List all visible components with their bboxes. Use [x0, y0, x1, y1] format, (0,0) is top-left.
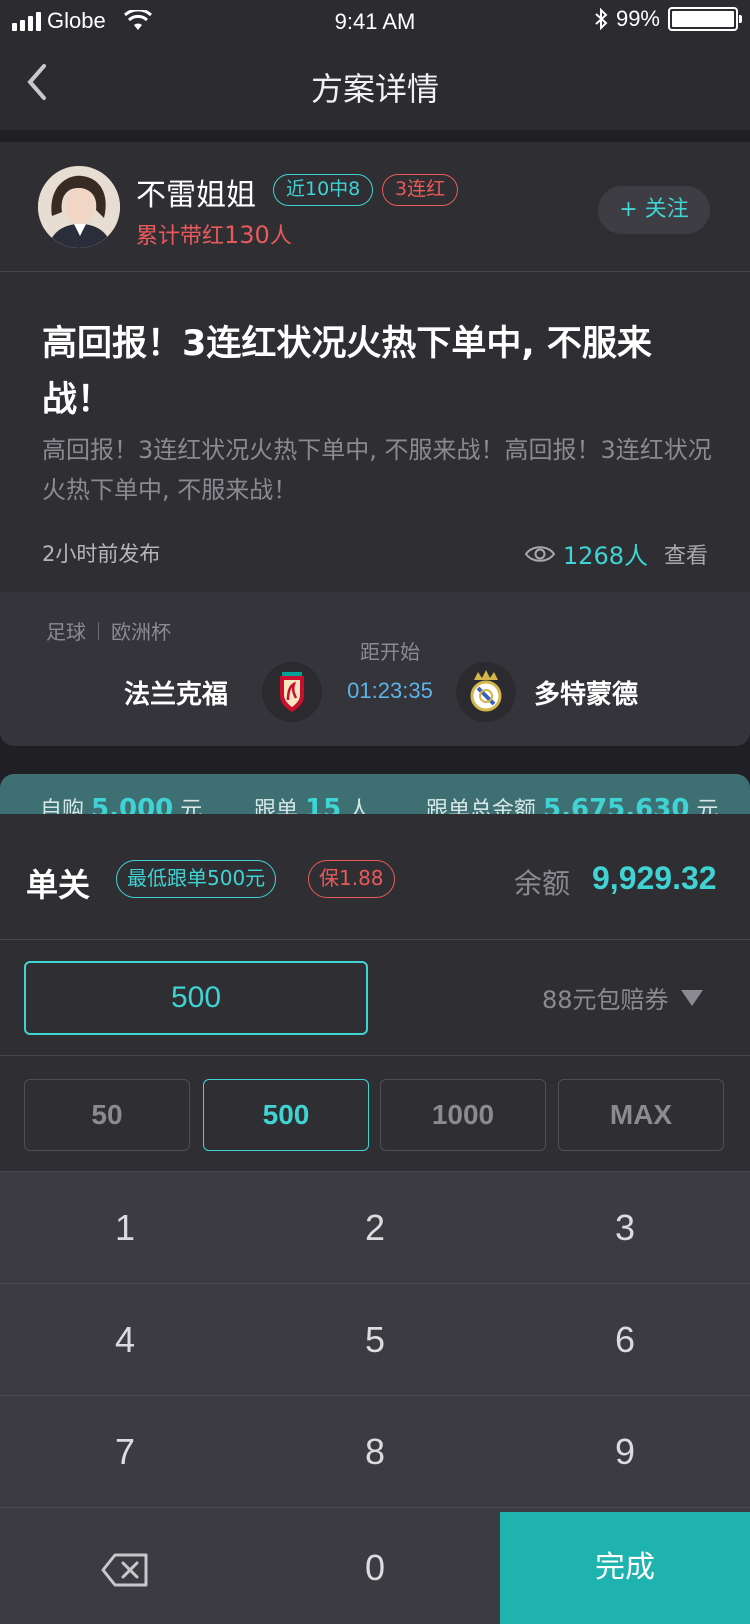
key-0[interactable]: 0: [250, 1512, 500, 1624]
page-title: 方案详情: [310, 70, 439, 108]
self-buy-value: 5,000: [91, 794, 174, 814]
article-section: 高回报！3连红状况火热下单中, 不服来战！ 高回报！3连红状况火热下单中, 不服…: [0, 272, 750, 592]
total-amount-stat: 跟单总金额 5,675,630 元: [426, 792, 718, 814]
total-amount-label: 跟单总金额: [426, 798, 537, 814]
key-3[interactable]: 3: [500, 1172, 750, 1284]
status-bar: Globe 9:41 AM 99%: [0, 0, 750, 40]
key-6[interactable]: 6: [500, 1284, 750, 1396]
total-amount-value: 5,675,630: [543, 794, 690, 814]
min-follow-tag: 最低跟单500元: [116, 860, 277, 898]
backspace-key[interactable]: [0, 1512, 250, 1624]
coupon-label: 88元包赔券: [542, 986, 669, 1014]
article-title: 高回报！3连红状况火热下单中, 不服来战！: [42, 324, 652, 420]
stats-strip: 自购 5,000 元 跟单 15 人 跟单总金额 5,675,630 元: [0, 774, 750, 814]
away-team-name: 多特蒙德: [534, 680, 639, 710]
backspace-icon: [101, 1553, 148, 1587]
quick-amount-button[interactable]: 50: [24, 1079, 190, 1151]
eye-icon: [524, 545, 555, 562]
total-amount-unit: 元: [696, 798, 719, 814]
key-1[interactable]: 1: [0, 1172, 250, 1284]
quick-amount-row: 50 500 1000 MAX: [0, 1056, 750, 1172]
author-stat-label: 累计带红: [136, 224, 225, 249]
key-4[interactable]: 4: [0, 1284, 250, 1396]
followers-stat: 跟单 15 人: [254, 792, 370, 814]
bet-header: 单关 最低跟单500元 保1.88 余额 9,929.32: [0, 814, 750, 940]
author-stat-unit: 人: [269, 224, 292, 249]
dropdown-triangle-icon: [680, 989, 703, 1006]
recent-record-badge: 近10中8: [273, 174, 374, 206]
article-description: 高回报！3连红状况火热下单中, 不服来战！高回报！3连红状况火热下单中, 不服来…: [42, 436, 712, 504]
amount-input[interactable]: 500: [24, 961, 368, 1035]
amount-row: 500 88元包赔券: [0, 940, 750, 1056]
kickoff-countdown: 01:23:35: [347, 678, 433, 703]
key-9[interactable]: 9: [500, 1396, 750, 1508]
quick-amount-button[interactable]: MAX: [558, 1079, 724, 1151]
league-label: 欧洲杯: [111, 620, 171, 644]
publish-time: 2小时前发布: [42, 542, 161, 566]
kickoff-label: 距开始: [360, 640, 420, 664]
nav-bar: 方案详情: [0, 40, 750, 130]
balance-value: 9,929.32: [592, 860, 717, 896]
author-card: 不雷姐姐 近10中8 3连红 累计带红130人 + 关注: [0, 142, 750, 272]
battery-percent: 99%: [615, 6, 660, 31]
author-stat: 累计带红130人: [136, 218, 292, 250]
away-team-logo: [456, 662, 516, 722]
view-count: 1268人 查看: [524, 536, 708, 571]
follow-button[interactable]: + 关注: [598, 186, 710, 234]
self-buy-unit: 元: [180, 798, 203, 814]
avatar[interactable]: [38, 166, 120, 248]
key-2[interactable]: 2: [250, 1172, 500, 1284]
bet-type: 单关: [26, 866, 91, 904]
views-number: 1268人: [562, 542, 648, 570]
bluetooth-icon: [595, 8, 608, 30]
key-7[interactable]: 7: [0, 1396, 250, 1508]
number-keypad: 1 2 3 4 5 6 7 8 9 0 完成: [0, 1172, 750, 1624]
key-8[interactable]: 8: [250, 1396, 500, 1508]
followers-value: 15: [305, 794, 342, 814]
author-name: 不雷姐姐: [136, 178, 256, 213]
self-buy-label: 自购: [40, 798, 85, 814]
match-meta: 足球 欧洲杯: [46, 616, 171, 645]
match-card[interactable]: 足球 欧洲杯 法兰克福 距开始 01:23:35 多特蒙德: [0, 592, 750, 746]
battery-icon: [668, 7, 742, 31]
home-team-logo: [262, 662, 322, 722]
status-right: 99%: [594, 6, 742, 32]
streak-badge: 3连红: [382, 174, 459, 206]
coupon-selector[interactable]: 88元包赔券: [542, 980, 703, 1015]
self-buy-stat: 自购 5,000 元: [40, 792, 202, 814]
meta-divider: [98, 621, 99, 640]
quick-amount-button[interactable]: 1000: [380, 1079, 546, 1151]
followers-label: 跟单: [254, 798, 299, 814]
sport-label: 足球: [46, 620, 86, 644]
done-button[interactable]: 完成: [500, 1512, 750, 1624]
quick-amount-button[interactable]: 500: [203, 1079, 369, 1151]
views-label: 查看: [663, 543, 708, 569]
home-team-name: 法兰克福: [124, 680, 229, 710]
key-5[interactable]: 5: [250, 1284, 500, 1396]
balance-label: 余额: [514, 867, 571, 900]
followers-unit: 人: [348, 798, 371, 814]
guarantee-tag: 保1.88: [308, 860, 395, 898]
author-stat-value: 130: [224, 221, 270, 249]
